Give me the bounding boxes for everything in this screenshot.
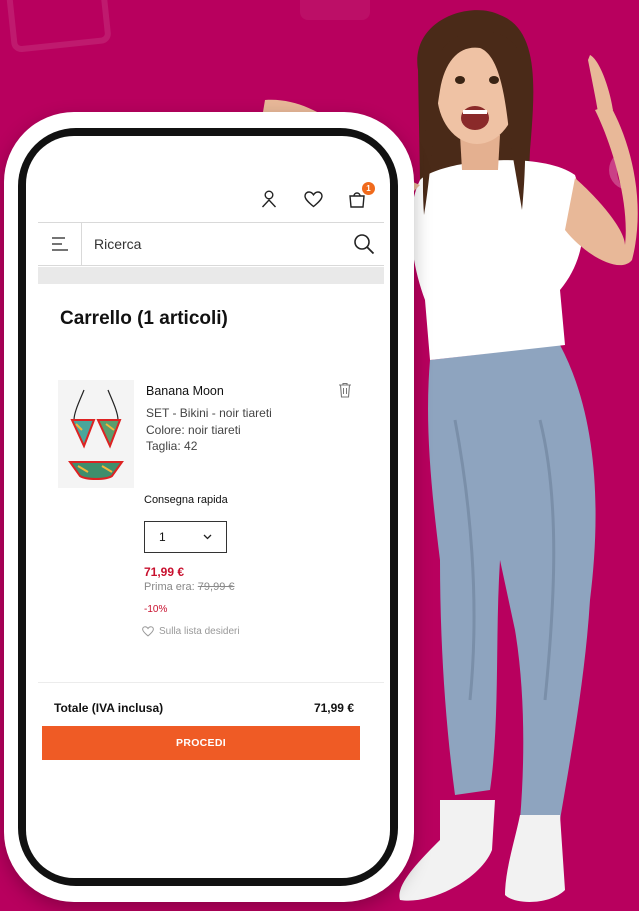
quantity-value: 1 <box>159 530 166 544</box>
hamburger-icon <box>51 237 68 251</box>
delivery-label: Consegna rapida <box>144 494 228 506</box>
divider <box>38 682 384 683</box>
quantity-select[interactable]: 1 <box>144 521 227 553</box>
product-size: Taglia: 42 <box>146 439 198 453</box>
heart-icon <box>142 626 154 637</box>
background-arc <box>609 150 639 190</box>
current-price: 71,99 € <box>144 565 185 579</box>
wishlist-label: Sulla lista desideri <box>159 626 240 637</box>
background-shape <box>300 0 370 20</box>
product-image[interactable] <box>58 380 134 488</box>
search-button[interactable] <box>344 223 384 265</box>
chevron-down-icon <box>203 534 212 540</box>
old-price-label: Prima era: <box>144 581 198 593</box>
search-icon <box>354 234 375 255</box>
product-color: Colore: noir tiareti <box>146 423 241 437</box>
background-shape <box>4 0 112 54</box>
user-icon[interactable] <box>258 188 280 210</box>
divider-strip <box>38 267 384 284</box>
cart-badge: 1 <box>362 182 375 195</box>
old-price-value: 79,99 € <box>197 581 235 593</box>
page-title: Carrello (1 articoli) <box>60 308 228 329</box>
wishlist-link[interactable]: Sulla lista desideri <box>142 626 240 637</box>
header-icons: 1 <box>258 182 375 210</box>
discount-badge: -10% <box>144 604 168 615</box>
total-value: 71,99 € <box>313 701 354 715</box>
phone-frame: 1 Carrello (1 articoli) Banana <box>18 128 398 886</box>
bikini-image <box>68 389 124 480</box>
trash-icon[interactable] <box>338 382 354 400</box>
product-name: SET - Bikini - noir tiareti <box>146 406 272 420</box>
search-input[interactable] <box>82 236 344 252</box>
heart-icon[interactable] <box>302 188 324 210</box>
search-bar <box>38 222 384 266</box>
phone-screen: 1 Carrello (1 articoli) Banana <box>26 136 390 878</box>
total-label: Totale (IVA inclusa) <box>54 701 164 715</box>
old-price: Prima era: 79,99 € <box>144 581 235 593</box>
bag-icon[interactable]: 1 <box>346 182 375 210</box>
menu-button[interactable] <box>38 223 82 265</box>
proceed-button[interactable]: PROCEDI <box>42 726 360 760</box>
product-brand[interactable]: Banana Moon <box>146 384 224 398</box>
